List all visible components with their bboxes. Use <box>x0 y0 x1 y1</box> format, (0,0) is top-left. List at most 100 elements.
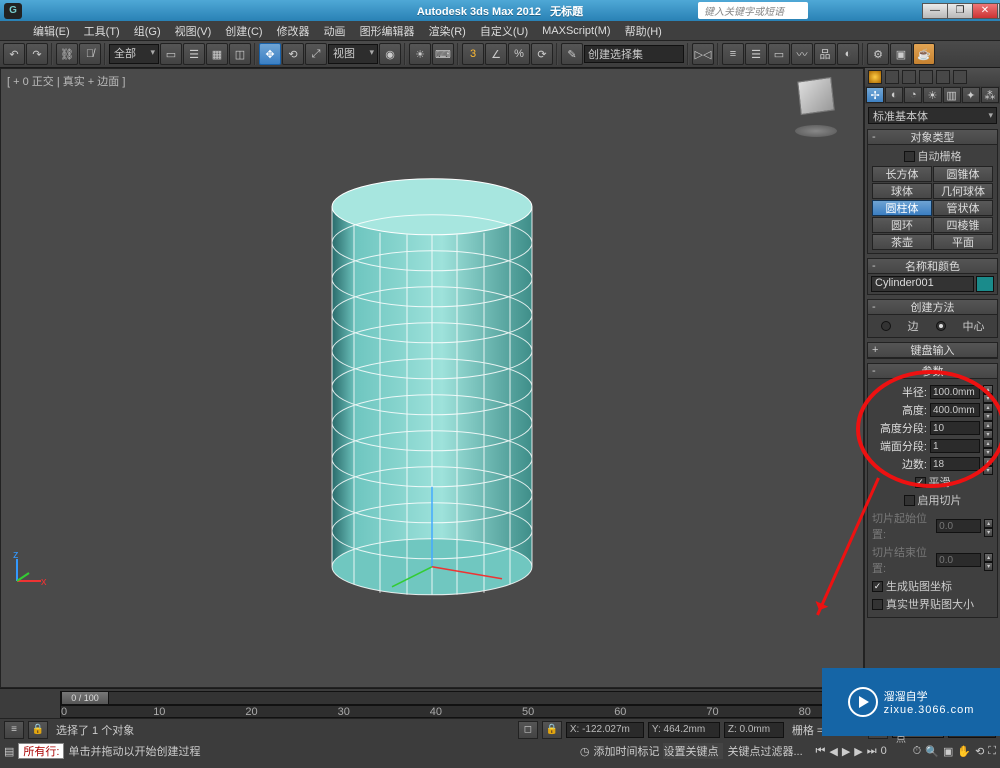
coord-z[interactable]: Z: 0.0mm <box>724 722 784 738</box>
undo-button[interactable]: ↶ <box>3 43 25 65</box>
object-category-dropdown[interactable]: 标准基本体 <box>868 107 997 124</box>
gen-uv-checkbox[interactable]: ✓ <box>872 581 883 592</box>
material-editor-button[interactable]: ◐ <box>837 43 859 65</box>
coord-y[interactable]: Y: 464.2mm <box>648 722 720 738</box>
render-button[interactable]: ☕ <box>913 43 935 65</box>
named-selection-input[interactable]: 创建选择集 <box>584 45 684 63</box>
angle-snap-button[interactable]: ∠ <box>485 43 507 65</box>
minimize-button[interactable]: — <box>922 3 948 19</box>
render-setup-button[interactable]: ⚙ <box>867 43 889 65</box>
app-icon[interactable]: G <box>4 3 22 19</box>
creation-center-radio[interactable] <box>936 321 946 331</box>
tab-create[interactable]: ✢ <box>866 87 884 103</box>
viewcube[interactable] <box>787 75 843 137</box>
snap-toggle-button[interactable]: 3 <box>462 43 484 65</box>
time-config-button[interactable]: ⏱ <box>913 745 922 758</box>
schematic-view-button[interactable]: 品 <box>814 43 836 65</box>
spinner-snap-button[interactable]: ⟳ <box>531 43 553 65</box>
cylinder-object[interactable] <box>292 167 572 607</box>
isolate-icon[interactable]: ◻ <box>518 721 538 739</box>
select-rotate-button[interactable]: ⟲ <box>282 43 304 65</box>
radius-spinner[interactable]: ▴▾ <box>983 385 993 399</box>
object-color-swatch[interactable] <box>976 276 994 292</box>
rollout-header[interactable]: 创建方法 <box>868 300 997 315</box>
selection-filter-dropdown[interactable]: 全部 <box>109 44 159 64</box>
menu-modifier[interactable]: 修改器 <box>270 23 317 39</box>
close-button[interactable]: ✕ <box>972 3 998 19</box>
primitive-geosphere[interactable]: 几何球体 <box>933 183 993 199</box>
play-start-button[interactable]: ⏮ <box>815 745 825 758</box>
mirror-button[interactable]: ▷◁ <box>692 43 714 65</box>
zoom-all-icon[interactable]: ▣ <box>943 745 953 758</box>
primitive-tube[interactable]: 管状体 <box>933 200 993 216</box>
render-frame-button[interactable]: ▣ <box>890 43 912 65</box>
keyboard-shortcut-button[interactable]: ⌨ <box>432 43 454 65</box>
ref-coord-dropdown[interactable]: 视图 <box>328 44 378 64</box>
menu-customize[interactable]: 自定义(U) <box>473 23 535 39</box>
primitive-plane[interactable]: 平面 <box>933 234 993 250</box>
primitive-cone[interactable]: 圆锥体 <box>933 166 993 182</box>
play-end-button[interactable]: ⏭ <box>867 745 877 758</box>
key-filter-button[interactable]: 关键点过滤器... <box>727 743 811 759</box>
cap-seg-spinner[interactable]: ▴▾ <box>983 439 993 453</box>
rollout-header[interactable]: 键盘输入 <box>868 343 997 358</box>
script-listener-icon[interactable]: ≡ <box>4 721 24 739</box>
max-viewport-icon[interactable]: ⛶ <box>988 745 996 758</box>
lock-icon[interactable]: 🔒 <box>28 721 48 739</box>
menu-tools[interactable]: 工具(T) <box>77 23 127 39</box>
tab-motion[interactable]: ☀ <box>923 87 941 103</box>
edit-named-sel-button[interactable]: ✎ <box>561 43 583 65</box>
layer-manager-button[interactable]: ☰ <box>745 43 767 65</box>
primitive-box[interactable]: 长方体 <box>872 166 932 182</box>
ribbon-button[interactable]: ▭ <box>768 43 790 65</box>
menu-anim[interactable]: 动画 <box>317 23 353 39</box>
height-seg-spinner[interactable]: ▴▾ <box>983 421 993 435</box>
smooth-checkbox[interactable]: ✓ <box>915 477 926 488</box>
rollout-header[interactable]: 对象类型 <box>868 130 997 145</box>
sides-spinner[interactable]: ▴▾ <box>983 457 993 471</box>
time-tag-icon[interactable]: ◷ <box>580 745 590 758</box>
primitive-torus[interactable]: 圆环 <box>872 217 932 233</box>
manipulate-button[interactable]: ☀ <box>409 43 431 65</box>
sides-input[interactable]: 18 <box>930 457 980 471</box>
sel-lock-icon[interactable]: 🔒 <box>542 721 562 739</box>
tool-icon[interactable] <box>936 70 950 84</box>
tab-hierarchy[interactable]: ◔ <box>904 87 922 103</box>
select-region-button[interactable]: ▦ <box>206 43 228 65</box>
pivot-center-button[interactable]: ◉ <box>379 43 401 65</box>
select-object-button[interactable]: ▭ <box>160 43 182 65</box>
percent-snap-button[interactable]: % <box>508 43 530 65</box>
select-move-button[interactable]: ✥ <box>259 43 281 65</box>
viewport[interactable]: [ + 0 正交 | 真实 + 边面 ] <box>0 68 864 688</box>
redo-button[interactable]: ↷ <box>26 43 48 65</box>
height-input[interactable]: 400.0mm <box>930 403 980 417</box>
height-seg-input[interactable]: 10 <box>930 421 980 435</box>
cap-seg-input[interactable]: 1 <box>930 439 980 453</box>
rollout-header[interactable]: 参数 <box>868 364 997 379</box>
menu-view[interactable]: 视图(V) <box>168 23 219 39</box>
tab-modify[interactable]: ◐ <box>885 87 903 103</box>
height-spinner[interactable]: ▴▾ <box>983 403 993 417</box>
creation-edge-radio[interactable] <box>881 321 891 331</box>
tab-utilities[interactable]: ✦ <box>962 87 980 103</box>
coord-x[interactable]: X: -122.027m <box>566 722 644 738</box>
real-uv-checkbox[interactable] <box>872 599 883 610</box>
light-lister-icon[interactable] <box>885 70 899 84</box>
menu-group[interactable]: 组(G) <box>127 23 168 39</box>
rollout-header[interactable]: 名称和颜色 <box>868 259 997 274</box>
set-key-button[interactable]: 设置关键点 <box>663 743 723 759</box>
viewport-label[interactable]: [ + 0 正交 | 真实 + 边面 ] <box>7 73 125 89</box>
play-next-button[interactable]: ▶ <box>854 745 862 758</box>
primitive-sphere[interactable]: 球体 <box>872 183 932 199</box>
zoom-icon[interactable]: 🔍 <box>925 745 939 758</box>
unlink-button[interactable]: ⛓̸ <box>79 43 101 65</box>
curve-editor-button[interactable]: 〰 <box>791 43 813 65</box>
primitive-teapot[interactable]: 茶壶 <box>872 234 932 250</box>
menu-render[interactable]: 渲染(R) <box>422 23 473 39</box>
menu-edit[interactable]: 编辑(E) <box>26 23 77 39</box>
tool-icon[interactable] <box>919 70 933 84</box>
slice-on-checkbox[interactable] <box>904 495 915 506</box>
time-slider-thumb[interactable]: 0 / 100 <box>61 691 109 705</box>
add-time-tag[interactable]: 添加时间标记 <box>593 743 659 759</box>
tab-misc[interactable]: ⁂ <box>981 87 999 103</box>
